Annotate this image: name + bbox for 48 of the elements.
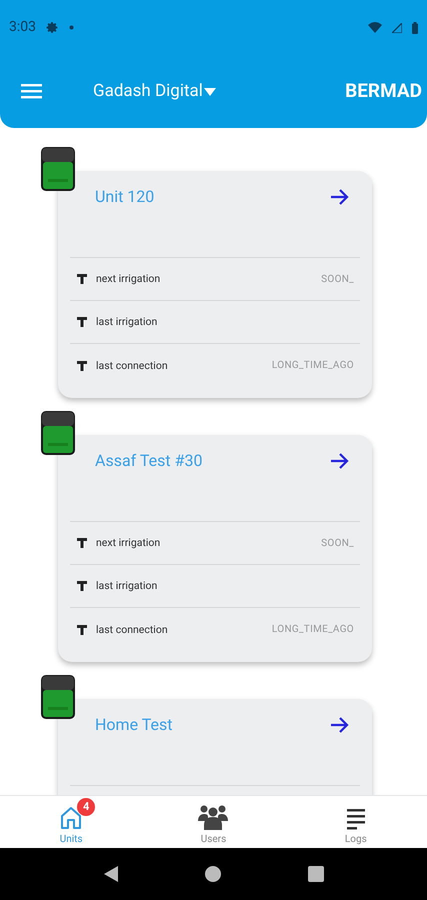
controller-device-icon [40, 410, 76, 456]
group-icon [198, 804, 228, 830]
signal-icon [392, 22, 402, 32]
battery-icon [412, 22, 418, 34]
row-value: LONG_TIME_AGO [272, 623, 354, 637]
account-dropdown[interactable]: Gadash Digital [93, 78, 216, 104]
row-value: SOON_ [321, 272, 354, 286]
recents-icon[interactable] [308, 866, 324, 882]
valve-icon [76, 360, 88, 372]
unit-card[interactable]: Assaf Test #30 next irrigation SOON_ last irrigation last connection LONG_TIME_AGO [58, 435, 372, 662]
valve-icon [76, 316, 88, 328]
unit-card[interactable]: Home Test [58, 699, 372, 795]
valve-icon [76, 537, 88, 549]
back-icon[interactable] [104, 866, 118, 882]
row-value: SOON_ [321, 536, 354, 550]
nav-tab[interactable]: 4 Units [0, 796, 142, 848]
unit-name: Assaf Test #30 [95, 450, 202, 472]
row-value: LONG_TIME_AGO [272, 359, 354, 373]
arrow-right-icon[interactable] [330, 716, 350, 734]
unit-card[interactable]: Unit 120 next irrigation SOON_ last irrigation last connection LONG_TIME_AGO [58, 171, 372, 398]
arrow-right-icon[interactable] [330, 452, 350, 470]
unit-name: Home Test [95, 714, 172, 736]
controller-device-icon [40, 674, 76, 720]
gear-icon [46, 21, 59, 34]
row-label: last irrigation [96, 314, 158, 330]
nav-tab[interactable]: Logs [284, 796, 427, 848]
unit-name: Unit 120 [95, 186, 154, 208]
house-icon [59, 806, 84, 830]
valve-icon [76, 624, 88, 636]
valve-icon [76, 580, 88, 592]
notification-dot-icon [69, 25, 74, 30]
valve-icon [76, 273, 88, 285]
wifi-icon [368, 22, 382, 33]
nav-tab[interactable]: Users [142, 796, 285, 848]
row-label: last irrigation [96, 578, 158, 594]
row-label: last connection [96, 358, 169, 374]
menu-icon[interactable] [21, 84, 42, 99]
arrow-right-icon[interactable] [330, 188, 350, 206]
caret-icon [204, 88, 216, 96]
home-icon[interactable] [204, 866, 220, 882]
row-label: next irrigation [96, 535, 162, 551]
count-badge: 4 [77, 798, 96, 816]
controller-device-icon [40, 146, 76, 192]
status-time: 3:03 [9, 18, 36, 37]
row-label: last connection [96, 622, 169, 638]
brand-logo: BERMAD [345, 78, 422, 104]
row-label: next irrigation [96, 271, 162, 287]
list-icon [346, 808, 366, 830]
